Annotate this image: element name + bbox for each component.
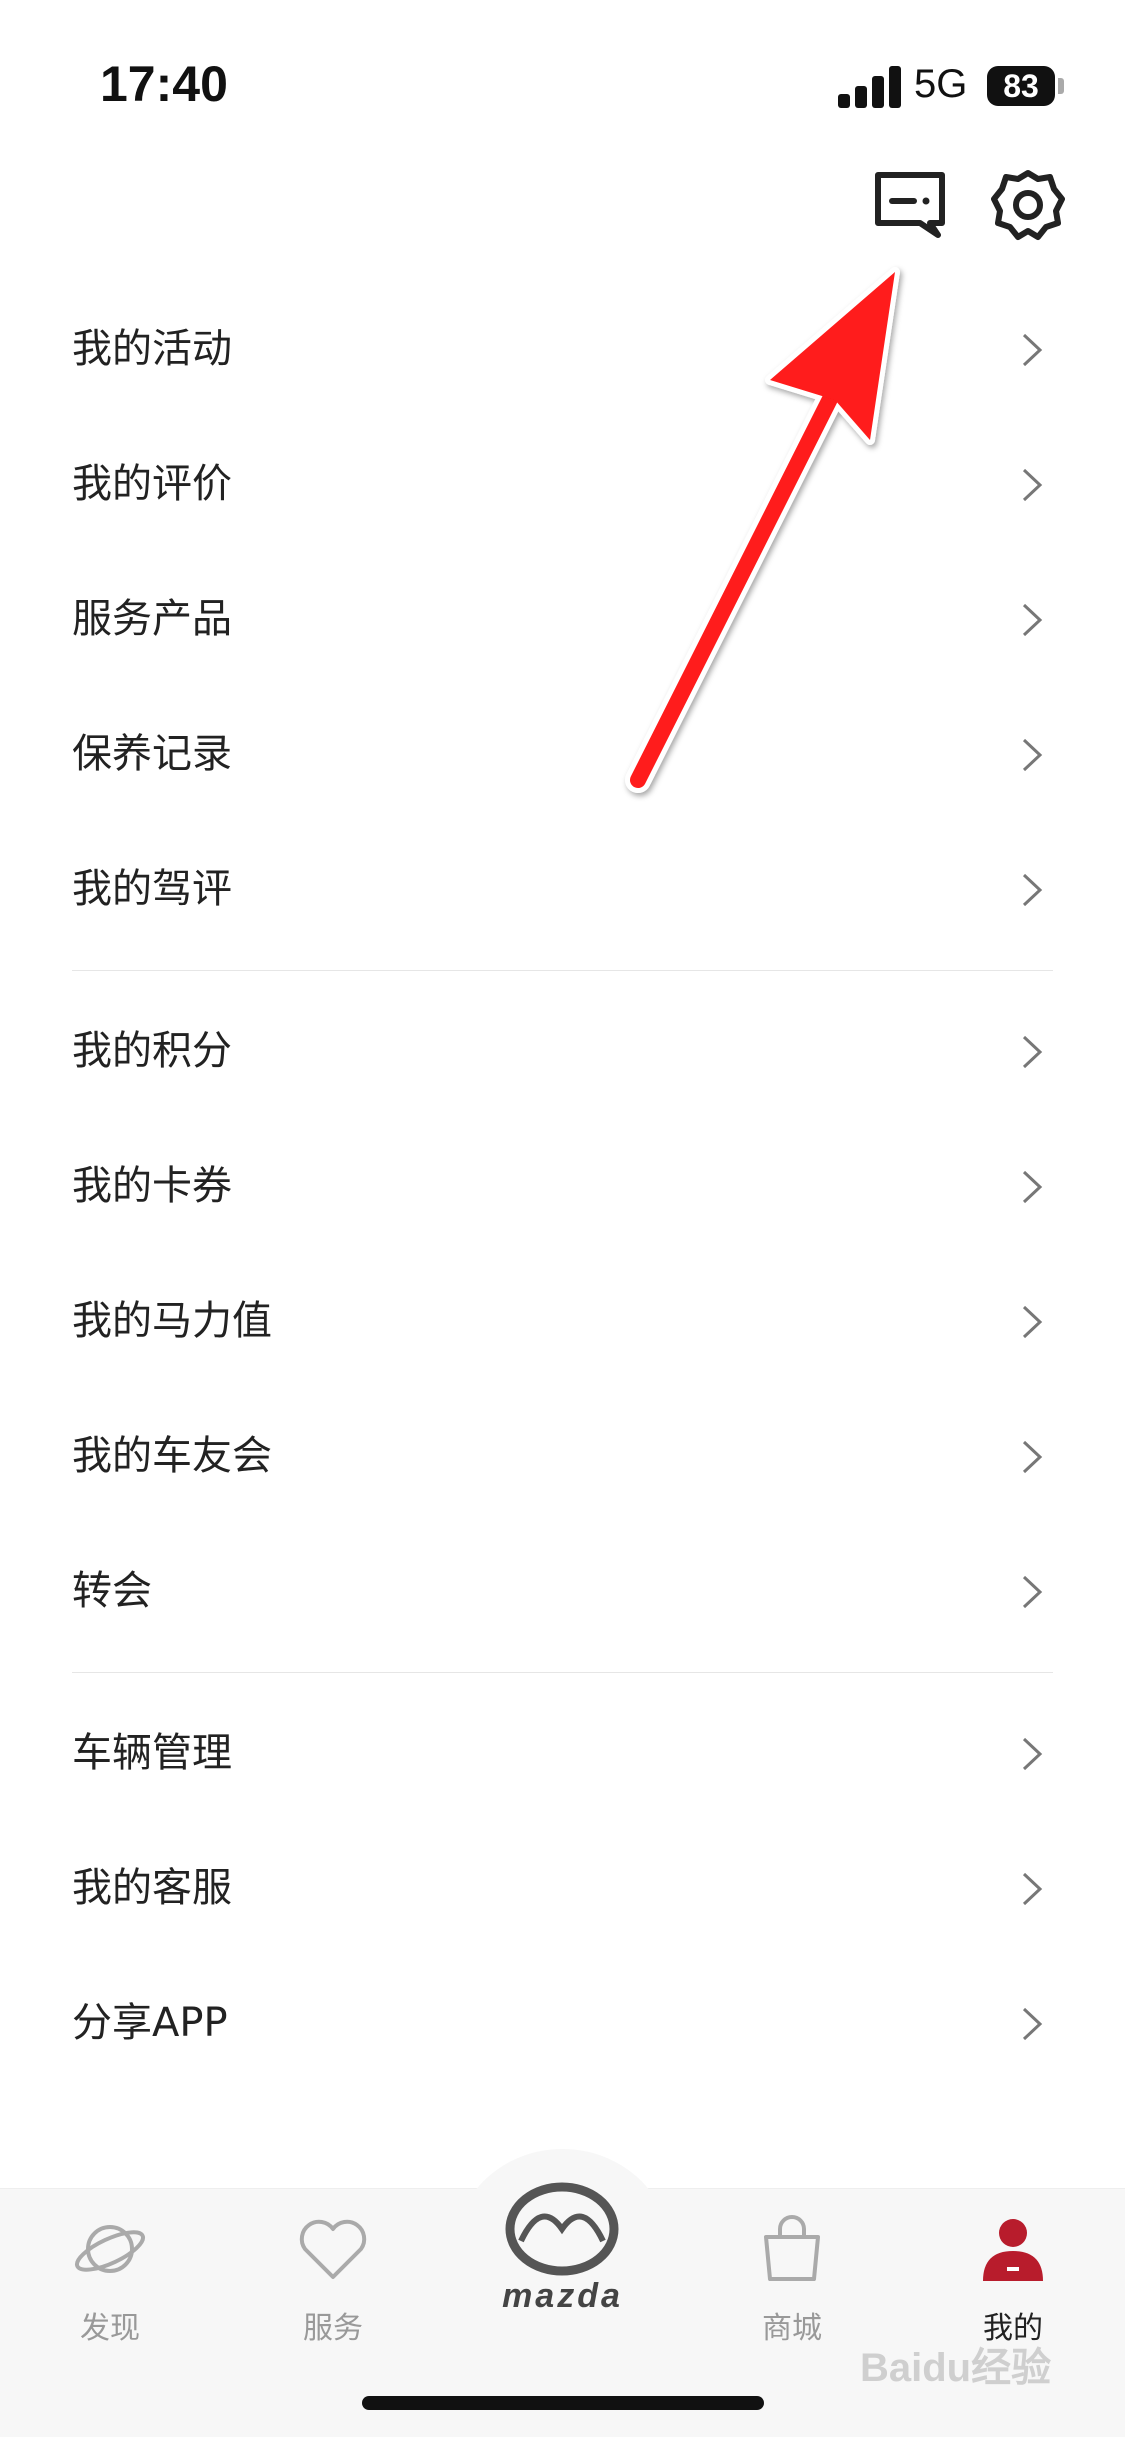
menu-item-label: 我的驾评 (72, 866, 232, 912)
divider (72, 970, 1053, 971)
status-time: 17:40 (100, 56, 228, 112)
menu-item-reviews[interactable]: 我的评价 (0, 417, 1125, 552)
menu-item-car-club[interactable]: 我的车友会 (0, 1389, 1125, 1524)
menu-item-label: 服务产品 (72, 596, 232, 642)
menu-item-label: 我的评价 (72, 461, 232, 507)
user-icon (983, 2219, 1043, 2281)
menu-item-service-products[interactable]: 服务产品 (0, 552, 1125, 687)
menu-item-label: 转会 (72, 1568, 152, 1614)
message-button[interactable] (870, 165, 950, 245)
menu-item-label: 我的客服 (72, 1865, 232, 1911)
shopping-bag-icon (764, 2215, 820, 2281)
divider (72, 1672, 1053, 1673)
menu-item-label: 我的马力值 (72, 1298, 272, 1344)
menu-item-label: 我的活动 (72, 326, 232, 372)
menu-item-vehicle-management[interactable]: 车辆管理 (0, 1686, 1125, 1821)
nav-service[interactable]: 服务 (253, 2209, 413, 2379)
chevron-right-icon (1022, 1035, 1043, 1069)
chevron-right-icon (1022, 1872, 1043, 1906)
menu-item-points[interactable]: 我的积分 (0, 984, 1125, 1119)
network-type: 5G (914, 62, 968, 106)
menu-item-label: 保养记录 (72, 731, 232, 777)
menu-item-drive-reviews[interactable]: 我的驾评 (0, 822, 1125, 957)
menu-item-label: 分享APP (72, 2000, 228, 2046)
watermark: Baidu经验 (860, 2346, 1052, 2390)
chevron-right-icon (1022, 333, 1043, 367)
menu-item-activities[interactable]: 我的活动 (0, 282, 1125, 417)
menu-item-label: 车辆管理 (72, 1730, 232, 1776)
heart-icon (299, 2219, 367, 2279)
chevron-right-icon (1022, 873, 1043, 907)
battery-cap (1058, 78, 1064, 94)
mazda-logo-button[interactable]: mazda (455, 2149, 670, 2349)
gear-icon (991, 170, 1065, 240)
menu-item-transfer-club[interactable]: 转会 (0, 1524, 1125, 1659)
menu-list: 我的活动 我的评价 服务产品 保养记录 我的驾评 我的积分 我的卡券 我的马力值… (0, 282, 1125, 2091)
chevron-right-icon (1022, 2007, 1043, 2041)
menu-group-3: 车辆管理 我的客服 分享APP (0, 1686, 1125, 2091)
chevron-right-icon (1022, 468, 1043, 502)
planet-icon (74, 2225, 146, 2273)
chevron-right-icon (1022, 603, 1043, 637)
nav-discover-label: 发现 (80, 2311, 140, 2346)
mazda-logo-icon (505, 2182, 619, 2276)
menu-item-coupons[interactable]: 我的卡券 (0, 1119, 1125, 1254)
home-indicator[interactable] (362, 2396, 764, 2410)
nav-mall[interactable]: 商城 (712, 2209, 872, 2379)
message-icon (875, 172, 945, 238)
menu-item-label: 我的积分 (72, 1028, 232, 1074)
mazda-logo-text: mazda (502, 2277, 623, 2315)
menu-item-label: 我的卡券 (72, 1163, 232, 1209)
nav-discover[interactable]: 发现 (30, 2209, 190, 2379)
menu-group-1: 我的活动 我的评价 服务产品 保养记录 我的驾评 (0, 282, 1125, 957)
battery-icon: 83 (987, 66, 1055, 106)
status-bar: 17:40 5G 83 (0, 0, 1125, 170)
menu-item-label: 我的车友会 (72, 1433, 272, 1479)
menu-group-2: 我的积分 我的卡券 我的马力值 我的车友会 转会 (0, 984, 1125, 1659)
chevron-right-icon (1022, 738, 1043, 772)
menu-item-horsepower[interactable]: 我的马力值 (0, 1254, 1125, 1389)
chevron-right-icon (1022, 1440, 1043, 1474)
chevron-right-icon (1022, 1575, 1043, 1609)
nav-service-label: 服务 (303, 2311, 363, 2346)
menu-item-maintenance-records[interactable]: 保养记录 (0, 687, 1125, 822)
menu-item-share-app[interactable]: 分享APP (0, 1956, 1125, 2091)
settings-button[interactable] (988, 165, 1068, 245)
chevron-right-icon (1022, 1305, 1043, 1339)
signal-icon (838, 66, 902, 108)
chevron-right-icon (1022, 1170, 1043, 1204)
chevron-right-icon (1022, 1737, 1043, 1771)
nav-mall-label: 商城 (762, 2311, 822, 2346)
menu-item-customer-service[interactable]: 我的客服 (0, 1821, 1125, 1956)
